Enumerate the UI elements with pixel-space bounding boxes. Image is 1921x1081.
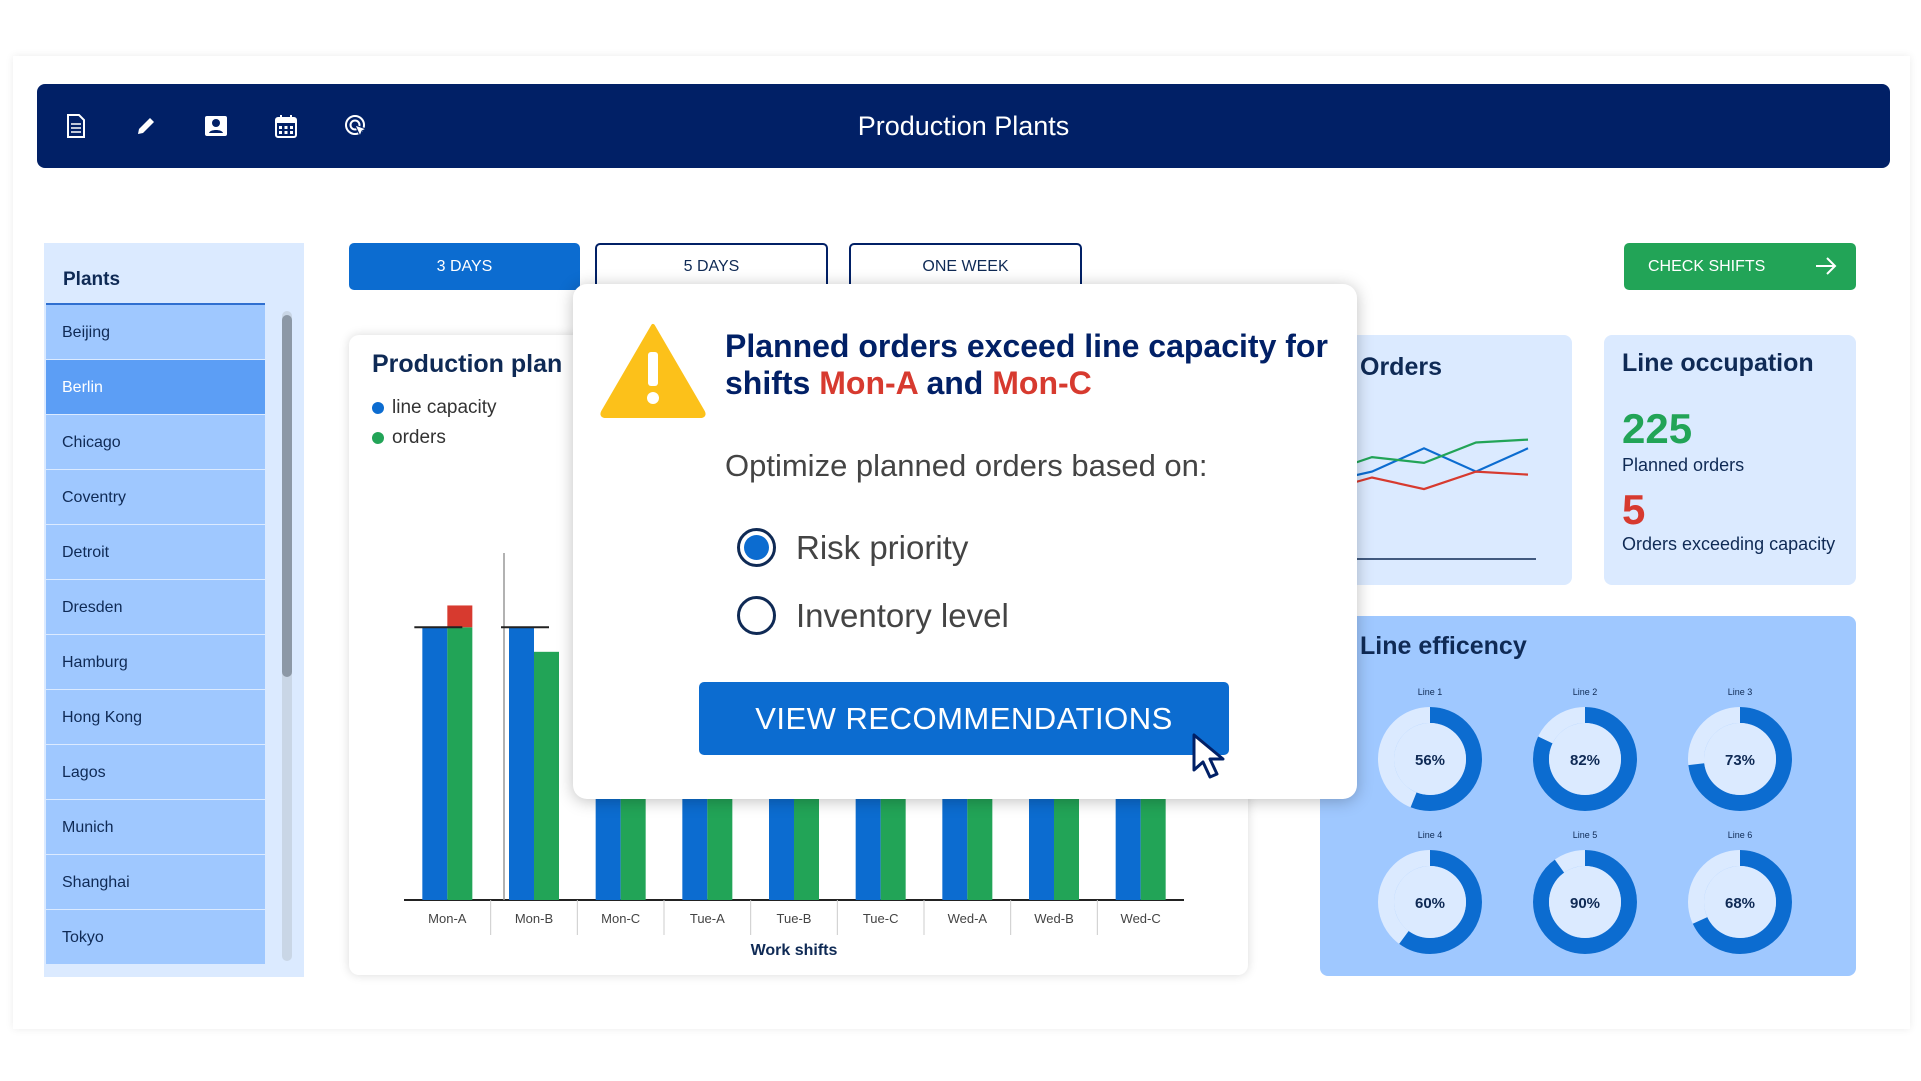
donut-percent-label: 73% xyxy=(1725,752,1755,769)
radio-inventory-level[interactable] xyxy=(737,596,776,635)
donut-line-label: Line 3 xyxy=(1728,687,1753,697)
radio-risk-priority[interactable] xyxy=(737,528,776,567)
line-occupation-card: Line occupation 225 Planned orders 5 Ord… xyxy=(1604,335,1856,585)
line-efficiency-card: Line efficency Line 1 56% Line 2 82% Line 37… xyxy=(1320,616,1856,976)
orders-card: Orders xyxy=(1320,335,1572,585)
sidebar-scrollbar-thumb[interactable] xyxy=(282,315,292,677)
legend-dot-orders xyxy=(372,432,384,444)
tab-3-days[interactable]: 3 DAYS xyxy=(349,243,580,290)
x-tick-label: Wed-A xyxy=(948,911,988,926)
production-legend: line capacity orders xyxy=(372,393,497,453)
sidebar-item-berlin[interactable]: Berlin xyxy=(46,360,265,415)
production-plan-title: Production plan xyxy=(372,350,563,378)
option-risk-priority[interactable]: Risk priority xyxy=(737,528,968,567)
x-tick-label: Tue-B xyxy=(777,911,812,926)
planned-orders-label: Planned orders xyxy=(1622,455,1745,475)
sidebar-item-hamburg[interactable]: Hamburg xyxy=(46,635,265,690)
x-tick-label: Wed-B xyxy=(1034,911,1074,926)
option-risk-label: Risk priority xyxy=(796,528,969,566)
plants-sidebar: Plants Beijing Berlin Chicago Coventry D… xyxy=(44,243,304,977)
check-shifts-label: CHECK SHIFTS xyxy=(1648,257,1766,275)
sidebar-item-hong-kong[interactable]: Hong Kong xyxy=(46,690,265,745)
line-occupation-title: Line occupation xyxy=(1622,349,1814,377)
x-tick-label: Tue-A xyxy=(690,911,725,926)
x-tick-label: Mon-B xyxy=(515,911,553,926)
dialog-shift-a: Mon-A xyxy=(819,365,918,401)
radio-selected-dot xyxy=(744,535,769,560)
bar-capacity xyxy=(422,627,448,900)
donut-percent-label: 82% xyxy=(1570,752,1600,769)
donut-percent-label: 56% xyxy=(1415,752,1445,769)
exceeding-orders-label: Orders exceeding capacity xyxy=(1622,534,1836,554)
donut-line-label: Line 4 xyxy=(1418,830,1443,840)
warning-icon xyxy=(599,322,707,423)
top-bar: Production Plants xyxy=(37,84,1890,168)
legend-label-orders: orders xyxy=(392,427,446,448)
donut-line-label: Line 6 xyxy=(1728,830,1753,840)
sidebar-item-detroit[interactable]: Detroit xyxy=(46,525,265,580)
tab-one-week[interactable]: ONE WEEK xyxy=(849,243,1082,290)
capacity-warning-dialog: Planned orders exceed line capacity for … xyxy=(573,284,1357,799)
donut-line-label: Line 1 xyxy=(1418,687,1443,697)
legend-item-capacity: line capacity xyxy=(372,393,497,423)
dialog-shift-b: Mon-C xyxy=(992,365,1092,401)
dialog-title-and: and xyxy=(917,365,993,401)
donut-percent-label: 60% xyxy=(1415,895,1445,912)
sidebar-item-beijing[interactable]: Beijing xyxy=(46,305,265,360)
sidebar-item-dresden[interactable]: Dresden xyxy=(46,580,265,635)
arrow-right-icon xyxy=(1814,255,1838,282)
donut-percent-label: 90% xyxy=(1570,895,1600,912)
x-tick-label: Mon-A xyxy=(428,911,467,926)
sidebar-title: Plants xyxy=(63,269,121,290)
x-tick-label: Wed-C xyxy=(1121,911,1161,926)
planned-orders-value: 225 xyxy=(1622,405,1693,452)
sidebar-item-lagos[interactable]: Lagos xyxy=(46,745,265,800)
sidebar-item-shanghai[interactable]: Shanghai xyxy=(46,855,265,910)
dialog-title: Planned orders exceed line capacity for … xyxy=(725,328,1335,402)
bar-capacity xyxy=(509,627,534,900)
x-axis-label: Work shifts xyxy=(751,942,838,959)
view-recommendations-button[interactable]: VIEW RECOMMENDATIONS xyxy=(699,682,1229,755)
x-tick-label: Tue-C xyxy=(863,911,899,926)
sidebar-item-munich[interactable]: Munich xyxy=(46,800,265,855)
exceeding-orders-value: 5 xyxy=(1622,486,1646,533)
bar-orders-excess xyxy=(447,605,473,628)
bar-orders xyxy=(534,651,559,900)
tab-5-days[interactable]: 5 DAYS xyxy=(595,243,828,290)
option-inventory-label: Inventory level xyxy=(796,596,1009,634)
plant-list: Beijing Berlin Chicago Coventry Detroit … xyxy=(46,305,265,965)
sidebar-item-coventry[interactable]: Coventry xyxy=(46,470,265,525)
bar-orders xyxy=(447,627,473,900)
mouse-pointer-icon xyxy=(1191,732,1235,785)
sidebar-item-chicago[interactable]: Chicago xyxy=(46,415,265,470)
efficiency-donut-grid: Line 1 56% Line 2 82% Line 3 73% Line 4 60% Line… xyxy=(1378,687,1792,954)
donut-line-label: Line 2 xyxy=(1573,687,1598,697)
legend-label-capacity: line capacity xyxy=(392,397,497,418)
donut-line-label: Line 5 xyxy=(1573,830,1598,840)
dialog-subtitle: Optimize planned orders based on: xyxy=(725,448,1208,483)
option-inventory-level[interactable]: Inventory level xyxy=(737,596,1009,635)
x-tick-label: Mon-C xyxy=(601,911,640,926)
sidebar-item-tokyo[interactable]: Tokyo xyxy=(46,910,265,965)
check-shifts-button[interactable]: CHECK SHIFTS xyxy=(1624,243,1856,290)
donut-percent-label: 68% xyxy=(1725,895,1755,912)
legend-dot-capacity xyxy=(372,402,384,414)
orders-line-chart xyxy=(1320,438,1536,560)
legend-item-orders: orders xyxy=(372,423,497,453)
page-title: Production Plants xyxy=(857,111,1070,141)
